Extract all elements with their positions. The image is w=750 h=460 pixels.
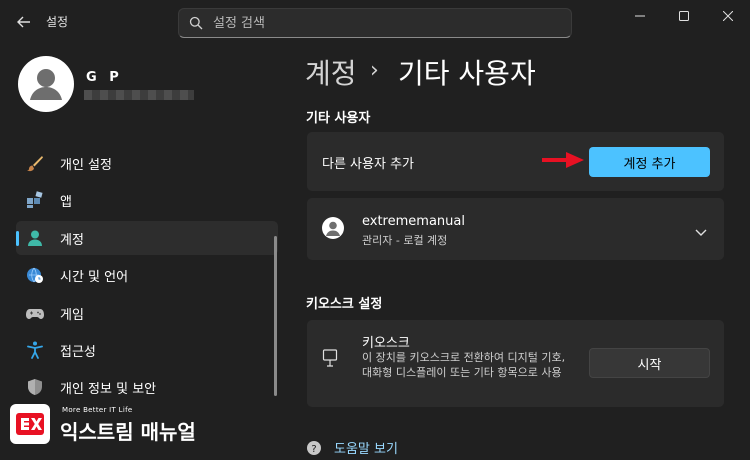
sidebar-item-label: 시간 및 언어 <box>60 269 129 285</box>
kiosk-start-button[interactable]: 시작 <box>589 348 710 378</box>
breadcrumb-parent[interactable]: 계정 <box>305 52 357 92</box>
sidebar-item-privacy-security[interactable]: 개인 정보 및 보안 <box>16 370 278 404</box>
sidebar-item-label: 접근성 <box>60 344 96 360</box>
sidebar-item-label: 계정 <box>60 232 84 248</box>
shield-icon <box>24 376 46 398</box>
svg-text:?: ? <box>311 444 316 455</box>
add-user-label: 다른 사용자 추가 <box>322 157 414 172</box>
sidebar-item-accounts[interactable]: 계정 <box>16 221 278 255</box>
gamepad-icon <box>24 302 46 324</box>
help-icon: ? <box>306 440 322 460</box>
sidebar-item-label: 앱 <box>60 194 72 210</box>
chevron-down-icon[interactable] <box>694 222 708 241</box>
watermark-tagline: More Better IT Life <box>62 406 133 414</box>
sidebar-item-label: 게임 <box>60 307 84 323</box>
person-icon <box>24 227 46 249</box>
back-arrow-icon <box>17 16 30 28</box>
search-input[interactable] <box>213 15 553 31</box>
sidebar-item-apps[interactable]: 앱 <box>16 183 278 217</box>
account-type: 관리자 - 로컬 계정 <box>362 234 448 247</box>
sidebar-item-label: 개인 정보 및 보안 <box>60 381 157 397</box>
section-title-kiosk: 키오스크 설정 <box>306 297 383 312</box>
account-avatar <box>322 217 344 239</box>
kiosk-icon <box>322 349 338 371</box>
watermark-logo <box>10 404 50 444</box>
app-title: 설정 <box>46 15 69 29</box>
email-redacted <box>84 90 194 100</box>
search-box[interactable] <box>178 8 572 38</box>
accessibility-icon <box>24 339 46 361</box>
kiosk-title: 키오스크 <box>362 336 410 351</box>
close-icon <box>723 11 733 21</box>
sidebar-item-personalization[interactable]: 개인 설정 <box>16 146 278 180</box>
avatar <box>18 56 74 112</box>
sidebar-item-label: 개인 설정 <box>60 157 112 173</box>
page-title: 기타 사용자 <box>398 57 536 90</box>
kiosk-description: 이 장치를 키오스크로 전환하여 디지털 기호, 대화형 디스플레이 또는 기타… <box>362 351 566 379</box>
brush-icon <box>24 152 46 174</box>
help-link[interactable]: 도움말 보기 <box>334 438 398 457</box>
search-icon <box>179 16 213 30</box>
account-name: extrememanual <box>362 214 465 229</box>
maximize-button[interactable] <box>662 0 706 32</box>
globe-clock-icon <box>24 264 46 286</box>
sidebar-item-accessibility[interactable]: 접근성 <box>16 333 278 367</box>
section-title-other-users: 기타 사용자 <box>306 111 371 126</box>
maximize-icon <box>679 11 689 21</box>
sidebar-scrollbar[interactable] <box>274 236 277 396</box>
watermark-title: 익스트림 매뉴얼 <box>60 420 196 444</box>
breadcrumb-separator: › <box>370 58 379 83</box>
minimize-icon <box>635 15 645 17</box>
red-arrow-annotation <box>540 150 586 174</box>
apps-icon <box>24 189 46 211</box>
add-account-button[interactable]: 계정 추가 <box>589 147 710 177</box>
account-row[interactable] <box>307 198 724 260</box>
close-button[interactable] <box>706 0 750 32</box>
sidebar-item-gaming[interactable]: 게임 <box>16 296 278 330</box>
sidebar-item-time-language[interactable]: 시간 및 언어 <box>16 258 278 292</box>
selection-indicator <box>16 231 19 246</box>
back-button[interactable] <box>10 8 38 36</box>
minimize-button[interactable] <box>618 0 662 32</box>
user-name: G P <box>86 70 123 85</box>
watermark: More Better IT Life 익스트림 매뉴얼 <box>6 402 202 448</box>
